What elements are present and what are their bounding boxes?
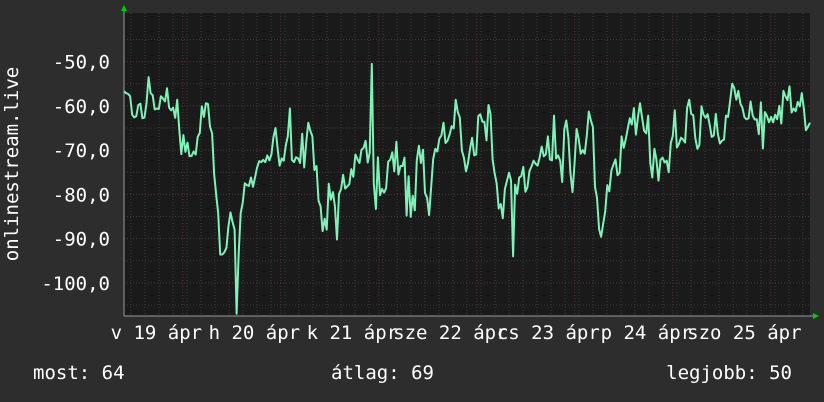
y-axis-label: onlinestream.live — [1, 67, 23, 261]
y-tick-label: -70,0 — [53, 140, 110, 162]
x-tick-label: h 20 ápr — [209, 322, 301, 344]
stat-average: átlag: 69 — [331, 362, 434, 384]
stat-best: legjobb: 50 — [666, 362, 792, 384]
x-axis-arrow — [813, 313, 819, 319]
y-tick-label: -80,0 — [53, 184, 110, 206]
y-axis-arrow — [121, 5, 127, 11]
x-tick-label: p 24 ápr — [601, 322, 693, 344]
x-tick-label: sze 22 ápr — [393, 322, 507, 344]
x-tick-label: v 19 ápr — [111, 322, 203, 344]
x-tick-label: cs 23 ápr — [497, 322, 600, 344]
y-tick-label: -60,0 — [53, 96, 110, 118]
y-tick-label: -90,0 — [53, 229, 110, 251]
y-tick-label: -50,0 — [53, 52, 110, 74]
x-tick-label: k 21 ápr — [307, 322, 399, 344]
stat-current: most: 64 — [33, 362, 125, 384]
chart: -50,0 -60,0 -70,0 -80,0 -90,0 -100,0 v 19 ápr h… — [1, 5, 819, 344]
stats-row: most: 64 átlag: 69 legjobb: 50 — [0, 362, 824, 388]
x-tick-label: szo 25 ápr — [687, 322, 801, 344]
y-tick-label: -100,0 — [41, 273, 110, 295]
